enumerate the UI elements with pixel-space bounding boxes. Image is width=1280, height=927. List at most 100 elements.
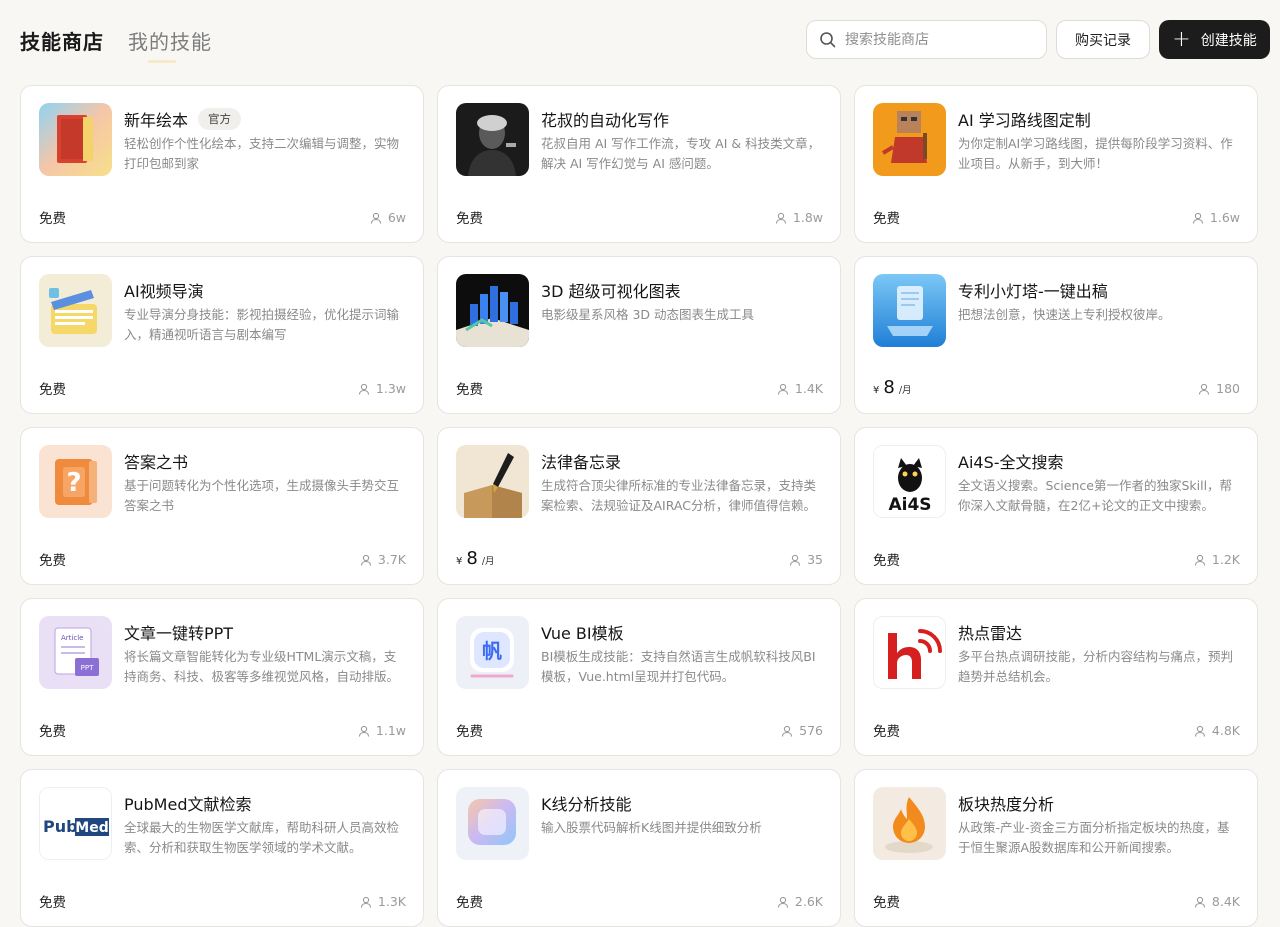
skill-card[interactable]: Article PPT 文章一键转PPT 将长篇文章智能转化为专业级HTML演示… (20, 598, 424, 756)
fountain-pen-thumbnail (456, 445, 529, 518)
card-title: AI 学习路线图定制 (958, 111, 1091, 130)
skill-card[interactable]: 法律备忘录 生成符合顶尖律所标准的专业法律备忘录，支持类案检索、法规验证及AIR… (437, 427, 841, 585)
user-icon (1194, 725, 1205, 737)
user-count: 1.1w (358, 723, 406, 738)
user-icon (775, 212, 786, 224)
card-description: 电影级星系风格 3D 动态图表生成工具 (541, 307, 755, 322)
skill-card[interactable]: 专利小灯塔-一键出稿 把想法创意，快速送上专利授权彼岸。 ¥ 8 /月 180 (854, 256, 1258, 414)
card-title: 花叔的自动化写作 (541, 111, 670, 130)
card-price: 免费 (873, 724, 900, 740)
card-price: 免费 (456, 211, 483, 227)
card-description: 从政策-产业-资金三方面分析指定板块的热度，基于恒生聚源A股数据库和公开新闻搜索… (958, 820, 1230, 855)
user-count-value: 180 (1216, 381, 1240, 396)
user-count-value: 35 (807, 552, 823, 567)
card-price: 免费 (456, 724, 483, 740)
user-icon (782, 725, 793, 737)
card-title: PubMed文献检索 (124, 795, 252, 814)
card-price: ¥ 8 /月 (456, 548, 495, 569)
card-price: 免费 (39, 211, 66, 227)
card-description: 花叔自用 AI 写作工作流，专攻 AI & 科技类文章，解决 AI 写作幻觉与 … (541, 136, 821, 171)
card-price: 免费 (873, 895, 900, 911)
user-icon (1199, 383, 1210, 395)
card-price: 免费 (456, 382, 483, 398)
user-count: 1.3w (358, 381, 406, 396)
user-count-value: 1.1w (375, 723, 406, 738)
skill-card[interactable]: ? 答案之书 基于问题转化为个性化选项，生成摄像头手势交互答案之书 免费 3.7… (20, 427, 424, 585)
card-description: 生成符合顶尖律所标准的专业法律备忘录，支持类案检索、法规验证及AIRAC分析，律… (541, 478, 817, 513)
skill-card[interactable]: AI 学习路线图定制 为你定制AI学习路线图，提供每阶段学习资料、作业项目。从新… (854, 85, 1258, 243)
glass-document-thumbnail (873, 274, 946, 347)
user-count-value: 1.6w (1209, 210, 1240, 225)
tab-skill-store[interactable]: 技能商店 (20, 26, 104, 55)
user-count: 1.4K (777, 381, 823, 396)
user-count: 1.2K (1194, 552, 1240, 567)
user-count: 2.6K (777, 894, 823, 909)
price-unit: /月 (898, 385, 912, 396)
user-icon (1194, 896, 1205, 908)
create-skill-button[interactable]: + 创建技能 (1159, 20, 1270, 59)
search-input[interactable] (845, 31, 1035, 48)
skill-card[interactable]: 花叔的自动化写作 花叔自用 AI 写作工作流，专攻 AI & 科技类文章，解决 … (437, 85, 841, 243)
3d-bar-chart-thumbnail (456, 274, 529, 347)
user-count-value: 6w (387, 210, 406, 225)
card-title: 板块热度分析 (958, 795, 1055, 814)
purchase-history-button[interactable]: 购买记录 (1056, 20, 1150, 59)
skill-card[interactable]: 帆 Vue BI模板 BI模板生成技能：支持自然语言生成帆软科技风BI模板，Vu… (437, 598, 841, 756)
user-count-value: 576 (799, 723, 823, 738)
pubmed-logo: Pub Med (39, 787, 112, 860)
top-bar: 技能商店 我的技能 购买记录 + 创建技能 (0, 0, 1280, 80)
user-count: 1.6w (1192, 210, 1240, 225)
skill-card[interactable]: K线分析技能 输入股票代码解析K线图并提供细致分析 免费 2.6K (437, 769, 841, 927)
card-description: 将长篇文章智能转化为专业级HTML演示文稿，支持商务、科技、极客等多维视觉风格，… (124, 649, 400, 684)
svg-text:Ai4S: Ai4S (888, 495, 931, 515)
skill-card[interactable]: 新年绘本 官方 轻松创作个性化绘本，支持二次编辑与调整，实物打印包邮到家 免费 … (20, 85, 424, 243)
card-price: 免费 (873, 553, 900, 569)
card-title: 法律备忘录 (541, 453, 622, 472)
card-description: 全文语义搜索。Science第一作者的独家Skill，帮你深入文献骨髓，在2亿+… (958, 478, 1233, 513)
plus-icon: + (1172, 26, 1191, 52)
card-description: 为你定制AI学习路线图，提供每阶段学习资料、作业项目。从新手，到大师！ (958, 136, 1233, 171)
card-title: AI视频导演 (124, 282, 204, 301)
card-title: Ai4S-全文搜索 (958, 453, 1064, 472)
article-ppt-thumbnail: Article PPT (39, 616, 112, 689)
user-count-value: 1.4K (794, 381, 823, 396)
svg-text:Article: Article (61, 634, 83, 642)
skill-card[interactable]: Ai4S Ai4S-全文搜索 全文语义搜索。Science第一作者的独家Skil… (854, 427, 1258, 585)
skill-card[interactable]: AI视频导演 专业导演分身技能：影视拍摄经验，优化提示词输入，精通视听语言与剧本… (20, 256, 424, 414)
svg-text:?: ? (66, 468, 81, 498)
user-count: 576 (781, 723, 823, 738)
card-description: 把想法创意，快速送上专利授权彼岸。 (958, 307, 1171, 322)
picture-book-thumbnail (39, 103, 112, 176)
card-title: 新年绘本 (124, 111, 189, 130)
skill-card[interactable]: 板块热度分析 从政策-产业-资金三方面分析指定板块的热度，基于恒生聚源A股数据库… (854, 769, 1258, 927)
card-title: Vue BI模板 (541, 624, 624, 643)
skill-card[interactable]: 热点雷达 多平台热点调研技能，分析内容结构与痛点，预判趋势并总结机会。 免费 4… (854, 598, 1258, 756)
user-icon (358, 725, 369, 737)
card-description: 轻松创作个性化绘本，支持二次编辑与调整，实物打印包邮到家 (124, 136, 400, 171)
user-icon (777, 383, 788, 395)
user-count-value: 8.4K (1211, 894, 1240, 909)
price-amount: 8 (883, 377, 895, 398)
user-count-value: 1.8w (792, 210, 823, 225)
user-icon (360, 554, 371, 566)
tab-underline (148, 60, 176, 63)
skill-card[interactable]: 3D 超级可视化图表 电影级星系风格 3D 动态图表生成工具 免费 1.4K (437, 256, 841, 414)
svg-text:帆: 帆 (482, 639, 502, 663)
user-count: 1.8w (775, 210, 823, 225)
skill-card[interactable]: Pub Med PubMed文献检索 全球最大的生物医学文献库，帮助科研人员高效… (20, 769, 424, 927)
price-unit: /月 (481, 556, 495, 567)
user-count: 35 (789, 552, 823, 567)
user-icon (1194, 554, 1205, 566)
user-icon (790, 554, 801, 566)
user-count: 8.4K (1194, 894, 1240, 909)
search-box[interactable] (806, 20, 1047, 59)
card-description: BI模板生成技能：支持自然语言生成帆软科技风BI模板，Vue.html呈现并打包… (541, 649, 816, 684)
search-icon (820, 31, 836, 47)
card-price: 免费 (456, 895, 483, 911)
tab-my-skills[interactable]: 我的技能 (128, 26, 212, 55)
skill-grid: 新年绘本 官方 轻松创作个性化绘本，支持二次编辑与调整，实物打印包邮到家 免费 … (20, 85, 1258, 927)
gradient-square-thumbnail (456, 787, 529, 860)
user-count: 4.8K (1194, 723, 1240, 738)
user-count-value: 1.3K (377, 894, 406, 909)
card-description: 多平台热点调研技能，分析内容结构与痛点，预判趋势并总结机会。 (958, 649, 1234, 684)
